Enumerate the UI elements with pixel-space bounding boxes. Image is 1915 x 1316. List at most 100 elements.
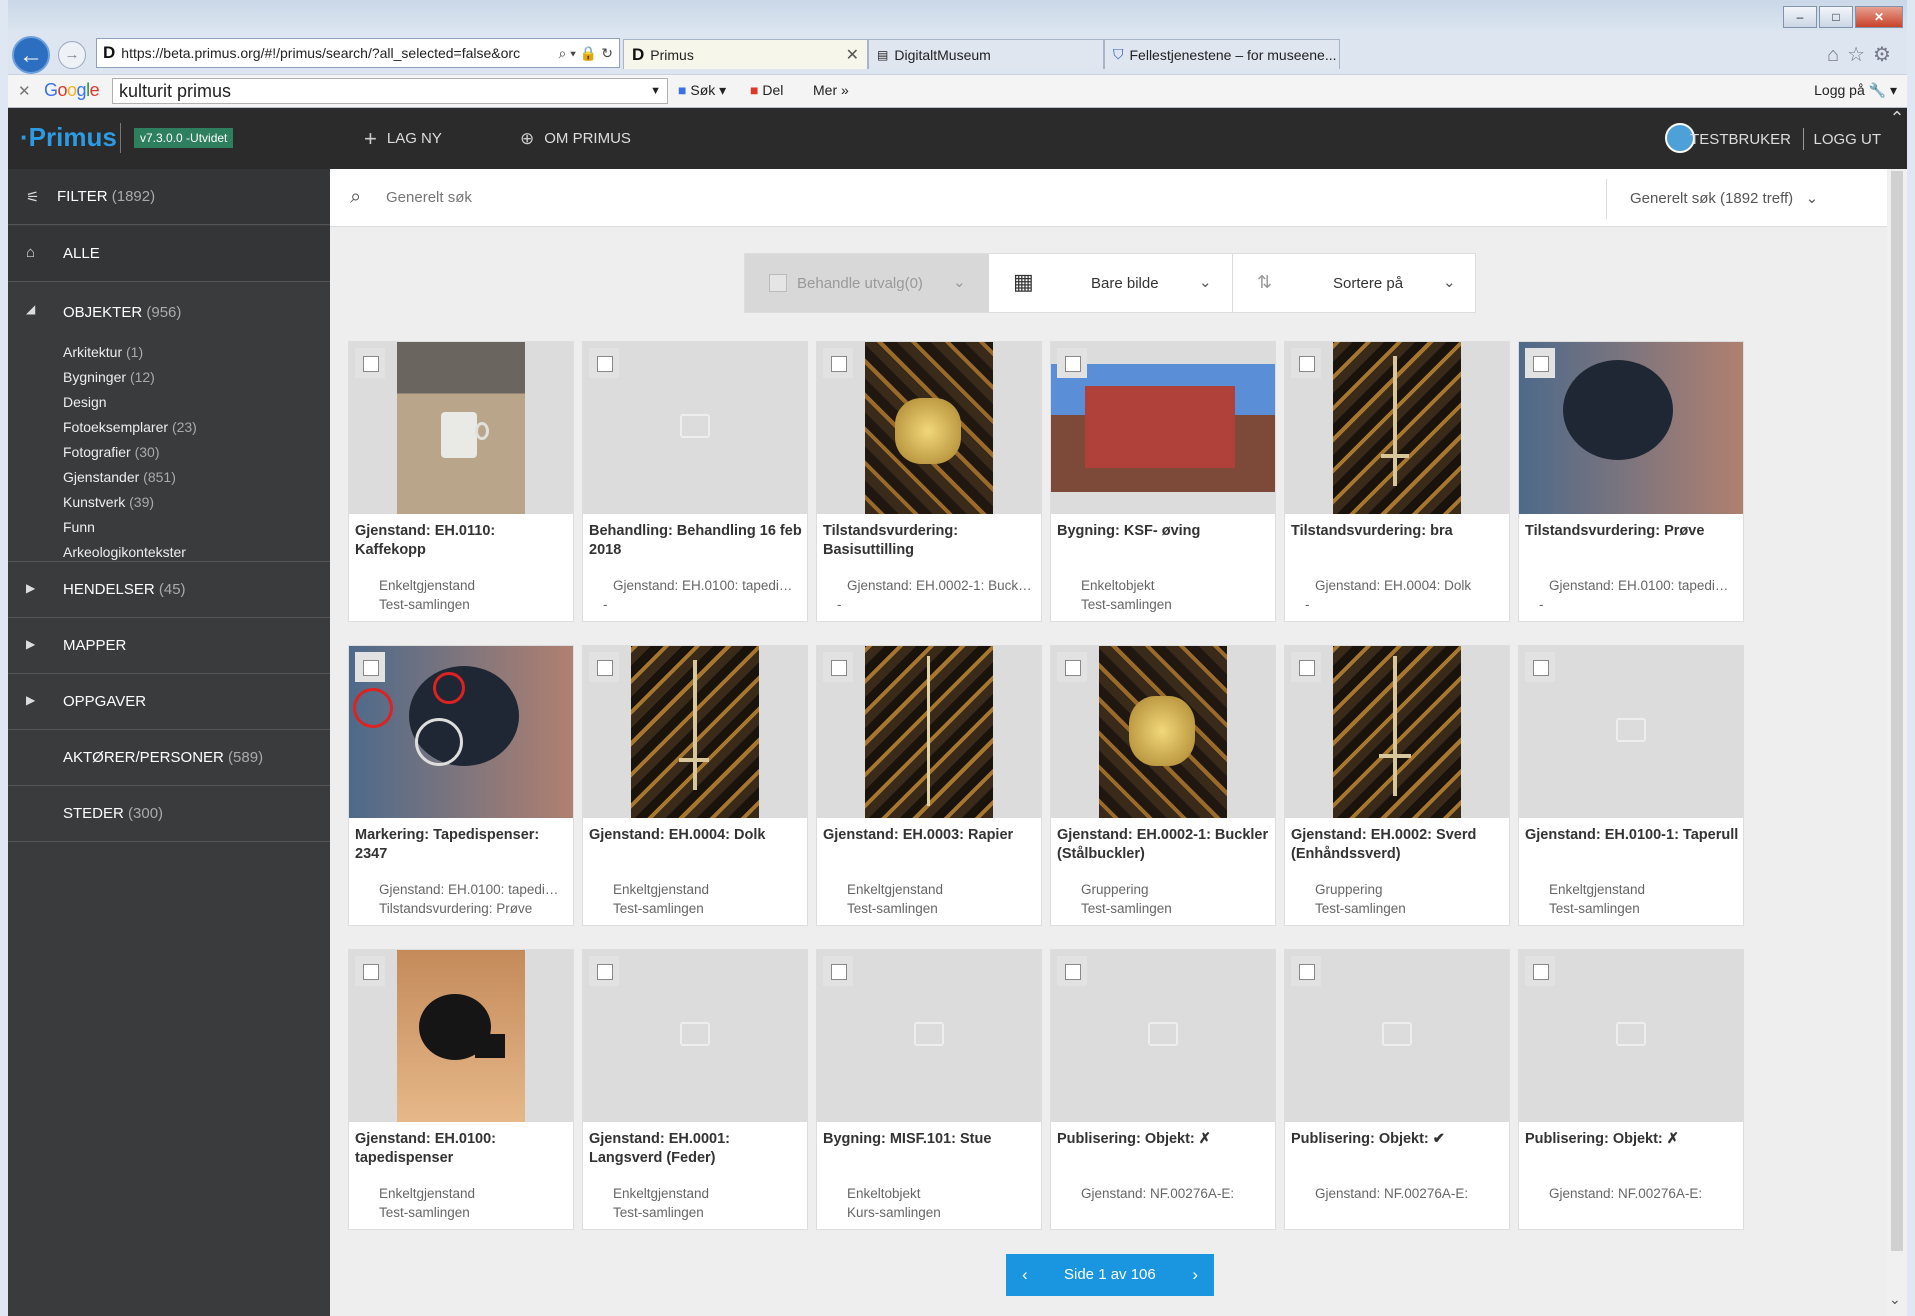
next-page-button[interactable]: ›: [1192, 1265, 1198, 1285]
card-checkbox[interactable]: [589, 652, 619, 682]
address-bar[interactable]: D https://beta.primus.org/#!/primus/sear…: [96, 38, 620, 68]
sidebar-subitem-design[interactable]: Design: [63, 394, 107, 410]
select-all-checkbox[interactable]: [769, 274, 787, 292]
result-card[interactable]: Gjenstand: EH.0110: Kaffekopp Enkeltgjens…: [348, 341, 574, 622]
result-card[interactable]: Gjenstand: EH.0002-1: Buckler (Stålbuckl…: [1050, 645, 1276, 926]
card-title[interactable]: Gjenstand: EH.0004: Dolk: [589, 826, 803, 845]
card-checkbox[interactable]: [823, 348, 853, 378]
caret-down-icon[interactable]: ◢: [26, 302, 35, 316]
logout-button[interactable]: LOGG UT: [1813, 131, 1881, 148]
card-checkbox[interactable]: [823, 956, 853, 986]
card-checkbox[interactable]: [1057, 652, 1087, 682]
caret-right-icon[interactable]: ▶: [26, 637, 35, 651]
card-title[interactable]: Publisering: Objekt: ✗: [1057, 1130, 1271, 1149]
card-title[interactable]: Bygning: MISF.101: Stue: [823, 1130, 1037, 1149]
address-tools-icon[interactable]: ⌕ ▾ 🔒 ↻: [558, 45, 613, 62]
sidebar-item-hendelser[interactable]: ▶ HENDELSER (45): [8, 562, 330, 618]
card-checkbox[interactable]: [1525, 652, 1555, 682]
result-card[interactable]: Gjenstand: EH.0002: Sverd (Enhåndssverd)…: [1284, 645, 1510, 926]
sidebar-subitem-arkeologikontekster[interactable]: Arkeologikontekster: [63, 544, 186, 560]
google-mer-button[interactable]: Mer »: [813, 82, 849, 98]
card-checkbox[interactable]: [1057, 956, 1087, 986]
result-card[interactable]: Tilstandsvurdering: bra Gjenstand: EH.000…: [1284, 341, 1510, 622]
google-del-button[interactable]: ■ Del: [750, 82, 783, 98]
sidebar-item-objekter[interactable]: ◢ OBJEKTER (956) Arkitektur (1) Bygninge…: [8, 282, 330, 562]
scroll-down-icon[interactable]: ⌄: [1889, 1291, 1901, 1308]
card-title[interactable]: Gjenstand: EH.0001: Langsverd (Feder): [589, 1130, 803, 1168]
result-card[interactable]: Gjenstand: EH.0001: Langsverd (Feder) Enk…: [582, 949, 808, 1230]
card-checkbox[interactable]: [1291, 348, 1321, 378]
sidebar-subitem-fotoeksemplarer[interactable]: Fotoeksemplarer (23): [63, 419, 197, 435]
card-checkbox[interactable]: [589, 348, 619, 378]
card-title[interactable]: Gjenstand: EH.0100: tapedispenser: [355, 1130, 569, 1168]
user-name[interactable]: TESTBRUKER: [1690, 131, 1791, 148]
result-card[interactable]: Tilstandsvurdering: Basisuttilling Gjenst…: [816, 341, 1042, 622]
card-title[interactable]: Markering: Tapedispenser: 2347: [355, 826, 569, 864]
card-title[interactable]: Publisering: Objekt: ✔: [1291, 1130, 1505, 1149]
card-title[interactable]: Behandling: Behandling 16 feb 2018: [589, 522, 803, 560]
sidebar-subitem-bygninger[interactable]: Bygninger (12): [63, 369, 155, 385]
result-card[interactable]: Bygning: MISF.101: Stue Enkeltobjekt Kurs-…: [816, 949, 1042, 1230]
result-card[interactable]: Publisering: Objekt: ✗ Gjenstand: NF.0027…: [1518, 949, 1744, 1230]
card-checkbox[interactable]: [1525, 956, 1555, 986]
result-card[interactable]: Behandling: Behandling 16 feb 2018 Gjenst…: [582, 341, 808, 622]
tab-fellestjenestene[interactable]: ⛉ Fellestjenestene – for museene...: [1104, 39, 1340, 69]
scrollbar-thumb[interactable]: [1891, 171, 1903, 1251]
forward-button[interactable]: →: [58, 41, 86, 69]
close-window-button[interactable]: ✕: [1855, 6, 1903, 28]
sidebar-item-oppgaver[interactable]: ▶ OPPGAVER: [8, 674, 330, 730]
close-toolbar-icon[interactable]: ✕: [18, 82, 31, 100]
card-checkbox[interactable]: [589, 956, 619, 986]
search-input[interactable]: [386, 183, 1086, 211]
result-card[interactable]: Gjenstand: EH.0004: Dolk Enkeltgjenstand T…: [582, 645, 808, 926]
sidebar-item-filter[interactable]: ⚟ FILTER (1892): [8, 169, 330, 225]
card-title[interactable]: Gjenstand: EH.0002-1: Buckler (Stålbuckl…: [1057, 826, 1271, 864]
card-title[interactable]: Tilstandsvurdering: Prøve: [1525, 522, 1739, 541]
sidebar-item-mapper[interactable]: ▶ MAPPER: [8, 618, 330, 674]
result-card[interactable]: Gjenstand: EH.0100-1: Taperull Enkeltgjen…: [1518, 645, 1744, 926]
back-button[interactable]: ←: [12, 36, 50, 74]
card-checkbox[interactable]: [355, 652, 385, 682]
minimize-button[interactable]: –: [1783, 6, 1817, 28]
sidebar-subitem-kunstverk[interactable]: Kunstverk (39): [63, 494, 154, 510]
card-checkbox[interactable]: [355, 956, 385, 986]
caret-right-icon[interactable]: ▶: [26, 581, 35, 595]
sidebar-subitem-fotografier[interactable]: Fotografier (30): [63, 444, 160, 460]
scroll-up-icon[interactable]: ⌃: [1887, 108, 1907, 138]
result-card[interactable]: Publisering: Objekt: ✔ Gjenstand: NF.0027…: [1284, 949, 1510, 1230]
caret-right-icon[interactable]: ▶: [26, 693, 35, 707]
sidebar-item-aktorer[interactable]: AKTØRER/PERSONER (589): [8, 730, 330, 786]
sidebar-subitem-funn[interactable]: Funn: [63, 519, 95, 535]
card-checkbox[interactable]: [1291, 652, 1321, 682]
result-card[interactable]: Bygning: KSF- øving Enkeltobjekt Test-saml…: [1050, 341, 1276, 622]
result-card[interactable]: Markering: Tapedispenser: 2347 Gjenstand:…: [348, 645, 574, 926]
result-card[interactable]: Gjenstand: EH.0003: Rapier Enkeltgjenstan…: [816, 645, 1042, 926]
google-sok-button[interactable]: ■ Søk ▾: [678, 82, 726, 99]
card-title[interactable]: Tilstandsvurdering: bra: [1291, 522, 1505, 541]
maximize-button[interactable]: □: [1819, 6, 1853, 28]
behandle-utvalg-dropdown[interactable]: Behandle utvalg(0) ⌄: [745, 254, 989, 312]
chevron-down-icon[interactable]: ▼: [650, 79, 661, 103]
browser-toolbar-icons[interactable]: ⌂☆⚙: [1827, 42, 1899, 67]
card-checkbox[interactable]: [355, 348, 385, 378]
card-title[interactable]: Gjenstand: EH.0003: Rapier: [823, 826, 1037, 845]
vertical-scrollbar[interactable]: ⌄: [1887, 169, 1907, 1316]
primus-logo[interactable]: ·Primus: [20, 122, 117, 153]
card-title[interactable]: Gjenstand: EH.0100-1: Taperull: [1525, 826, 1739, 845]
result-card[interactable]: Publisering: Objekt: ✗ Gjenstand: NF.0027…: [1050, 949, 1276, 1230]
card-title[interactable]: Gjenstand: EH.0110: Kaffekopp: [355, 522, 569, 560]
result-card[interactable]: Tilstandsvurdering: Prøve Gjenstand: EH.0…: [1518, 341, 1744, 622]
sort-dropdown[interactable]: ⇅ Sortere på ⌄: [1233, 254, 1475, 312]
card-title[interactable]: Publisering: Objekt: ✗: [1525, 1130, 1739, 1149]
sidebar-item-alle[interactable]: ⌂ ALLE: [8, 226, 330, 282]
tab-digitaltmuseum[interactable]: ▤ DigitaltMuseum: [868, 39, 1104, 69]
card-checkbox[interactable]: [1525, 348, 1555, 378]
result-card[interactable]: Gjenstand: EH.0100: tapedispenser Enkeltg…: [348, 949, 574, 1230]
new-button[interactable]: + LAG NY: [364, 127, 442, 149]
card-title[interactable]: Bygning: KSF- øving: [1057, 522, 1271, 541]
search-scope-dropdown[interactable]: Generelt søk (1892 treff) ⌄: [1630, 189, 1818, 207]
sidebar-item-steder[interactable]: STEDER (300): [8, 786, 330, 842]
card-title[interactable]: Tilstandsvurdering: Basisuttilling: [823, 522, 1037, 560]
about-button[interactable]: ⊕ OM PRIMUS: [520, 130, 631, 148]
view-mode-dropdown[interactable]: ▦ Bare bilde ⌄: [989, 254, 1233, 312]
